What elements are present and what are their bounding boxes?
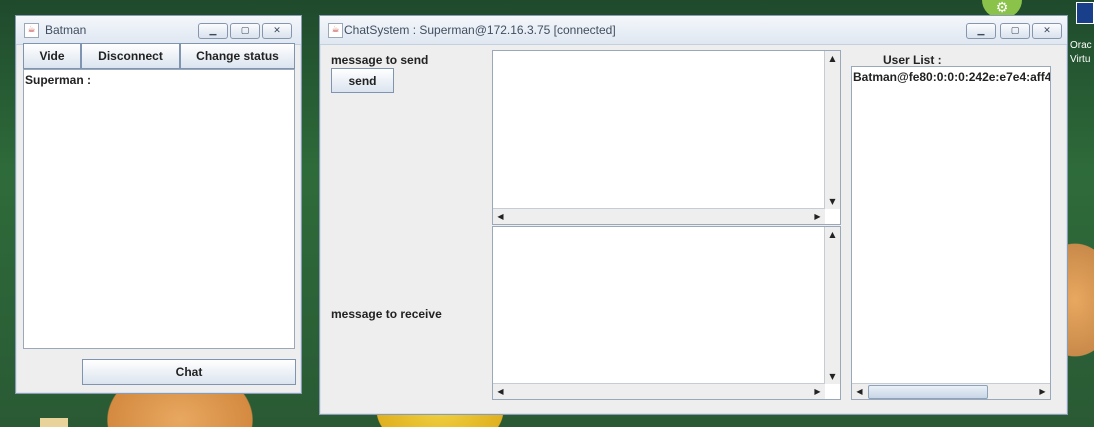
- scroll-left-icon[interactable]: ◀: [852, 384, 867, 399]
- send-button[interactable]: send: [331, 68, 394, 93]
- user-list-item[interactable]: Batman@fe80:0:0:0:242e:e7e4:aff4: [853, 70, 1050, 84]
- message-to-receive-label: message to receive: [331, 307, 442, 321]
- virtualbox-icon: [1076, 2, 1094, 24]
- close-icon[interactable]: ✕: [262, 23, 292, 39]
- chat-system-titlebar[interactable]: ☕ ChatSystem : Superman@172.16.3.75 [con…: [320, 16, 1067, 45]
- receive-vertical-scrollbar[interactable]: ▲ ▼: [824, 227, 840, 384]
- chat-button[interactable]: Chat: [82, 359, 296, 385]
- scroll-left-icon[interactable]: ◀: [493, 209, 508, 224]
- desktop-icon-label-2: Virtu: [1070, 54, 1091, 65]
- virtualbox-desktop-icon[interactable]: Orac Virtu: [1070, 0, 1094, 65]
- batman-titlebar[interactable]: ☕ Batman ▁ ▢ ✕: [16, 16, 301, 45]
- scroll-up-icon[interactable]: ▲: [825, 51, 840, 66]
- change-status-button[interactable]: Change status: [180, 43, 295, 69]
- disconnect-button[interactable]: Disconnect: [81, 43, 180, 69]
- scroll-right-icon[interactable]: ▶: [810, 209, 825, 224]
- scroll-right-icon[interactable]: ▶: [1035, 384, 1050, 399]
- scroll-down-icon[interactable]: ▼: [825, 194, 840, 209]
- send-horizontal-scrollbar[interactable]: ◀ ▶: [493, 208, 825, 224]
- maximize-icon[interactable]: ▢: [1000, 23, 1030, 39]
- minimize-icon[interactable]: ▁: [198, 23, 228, 39]
- receive-horizontal-scrollbar[interactable]: ◀ ▶: [493, 383, 825, 399]
- message-to-send-label: message to send: [331, 53, 429, 67]
- maximize-icon[interactable]: ▢: [230, 23, 260, 39]
- scroll-down-icon[interactable]: ▼: [825, 369, 840, 384]
- close-icon[interactable]: ✕: [1032, 23, 1062, 39]
- chat-system-window-title: ChatSystem : Superman@172.16.3.75 [conne…: [344, 23, 616, 37]
- message-to-receive-area[interactable]: ▲ ▼ ◀ ▶: [492, 226, 841, 400]
- chat-area-text: Superman :: [25, 73, 92, 87]
- message-to-send-input[interactable]: ▲ ▼ ◀ ▶: [492, 50, 841, 225]
- user-list-label: User List :: [883, 53, 942, 67]
- desktop-icon-label-1: Orac: [1070, 40, 1092, 51]
- batman-chat-area[interactable]: Superman :: [23, 69, 295, 349]
- user-list[interactable]: Batman@fe80:0:0:0:242e:e7e4:aff4 ◀ ▶: [851, 66, 1051, 400]
- scroll-left-icon[interactable]: ◀: [493, 384, 508, 399]
- java-app-icon: ☕: [328, 23, 343, 38]
- scroll-right-icon[interactable]: ▶: [810, 384, 825, 399]
- java-app-icon: ☕: [24, 23, 39, 38]
- desktop-folder-icon[interactable]: [40, 418, 68, 427]
- send-vertical-scrollbar[interactable]: ▲ ▼: [824, 51, 840, 209]
- batman-window: ☕ Batman ▁ ▢ ✕ Vide Disconnect Change st…: [15, 15, 302, 394]
- scroll-up-icon[interactable]: ▲: [825, 227, 840, 242]
- scrollbar-thumb[interactable]: [868, 385, 988, 399]
- vide-button[interactable]: Vide: [23, 43, 81, 69]
- user-list-horizontal-scrollbar[interactable]: ◀ ▶: [852, 383, 1050, 399]
- chat-system-window: ☕ ChatSystem : Superman@172.16.3.75 [con…: [319, 15, 1068, 415]
- batman-window-title: Batman: [45, 23, 87, 37]
- minimize-icon[interactable]: ▁: [966, 23, 996, 39]
